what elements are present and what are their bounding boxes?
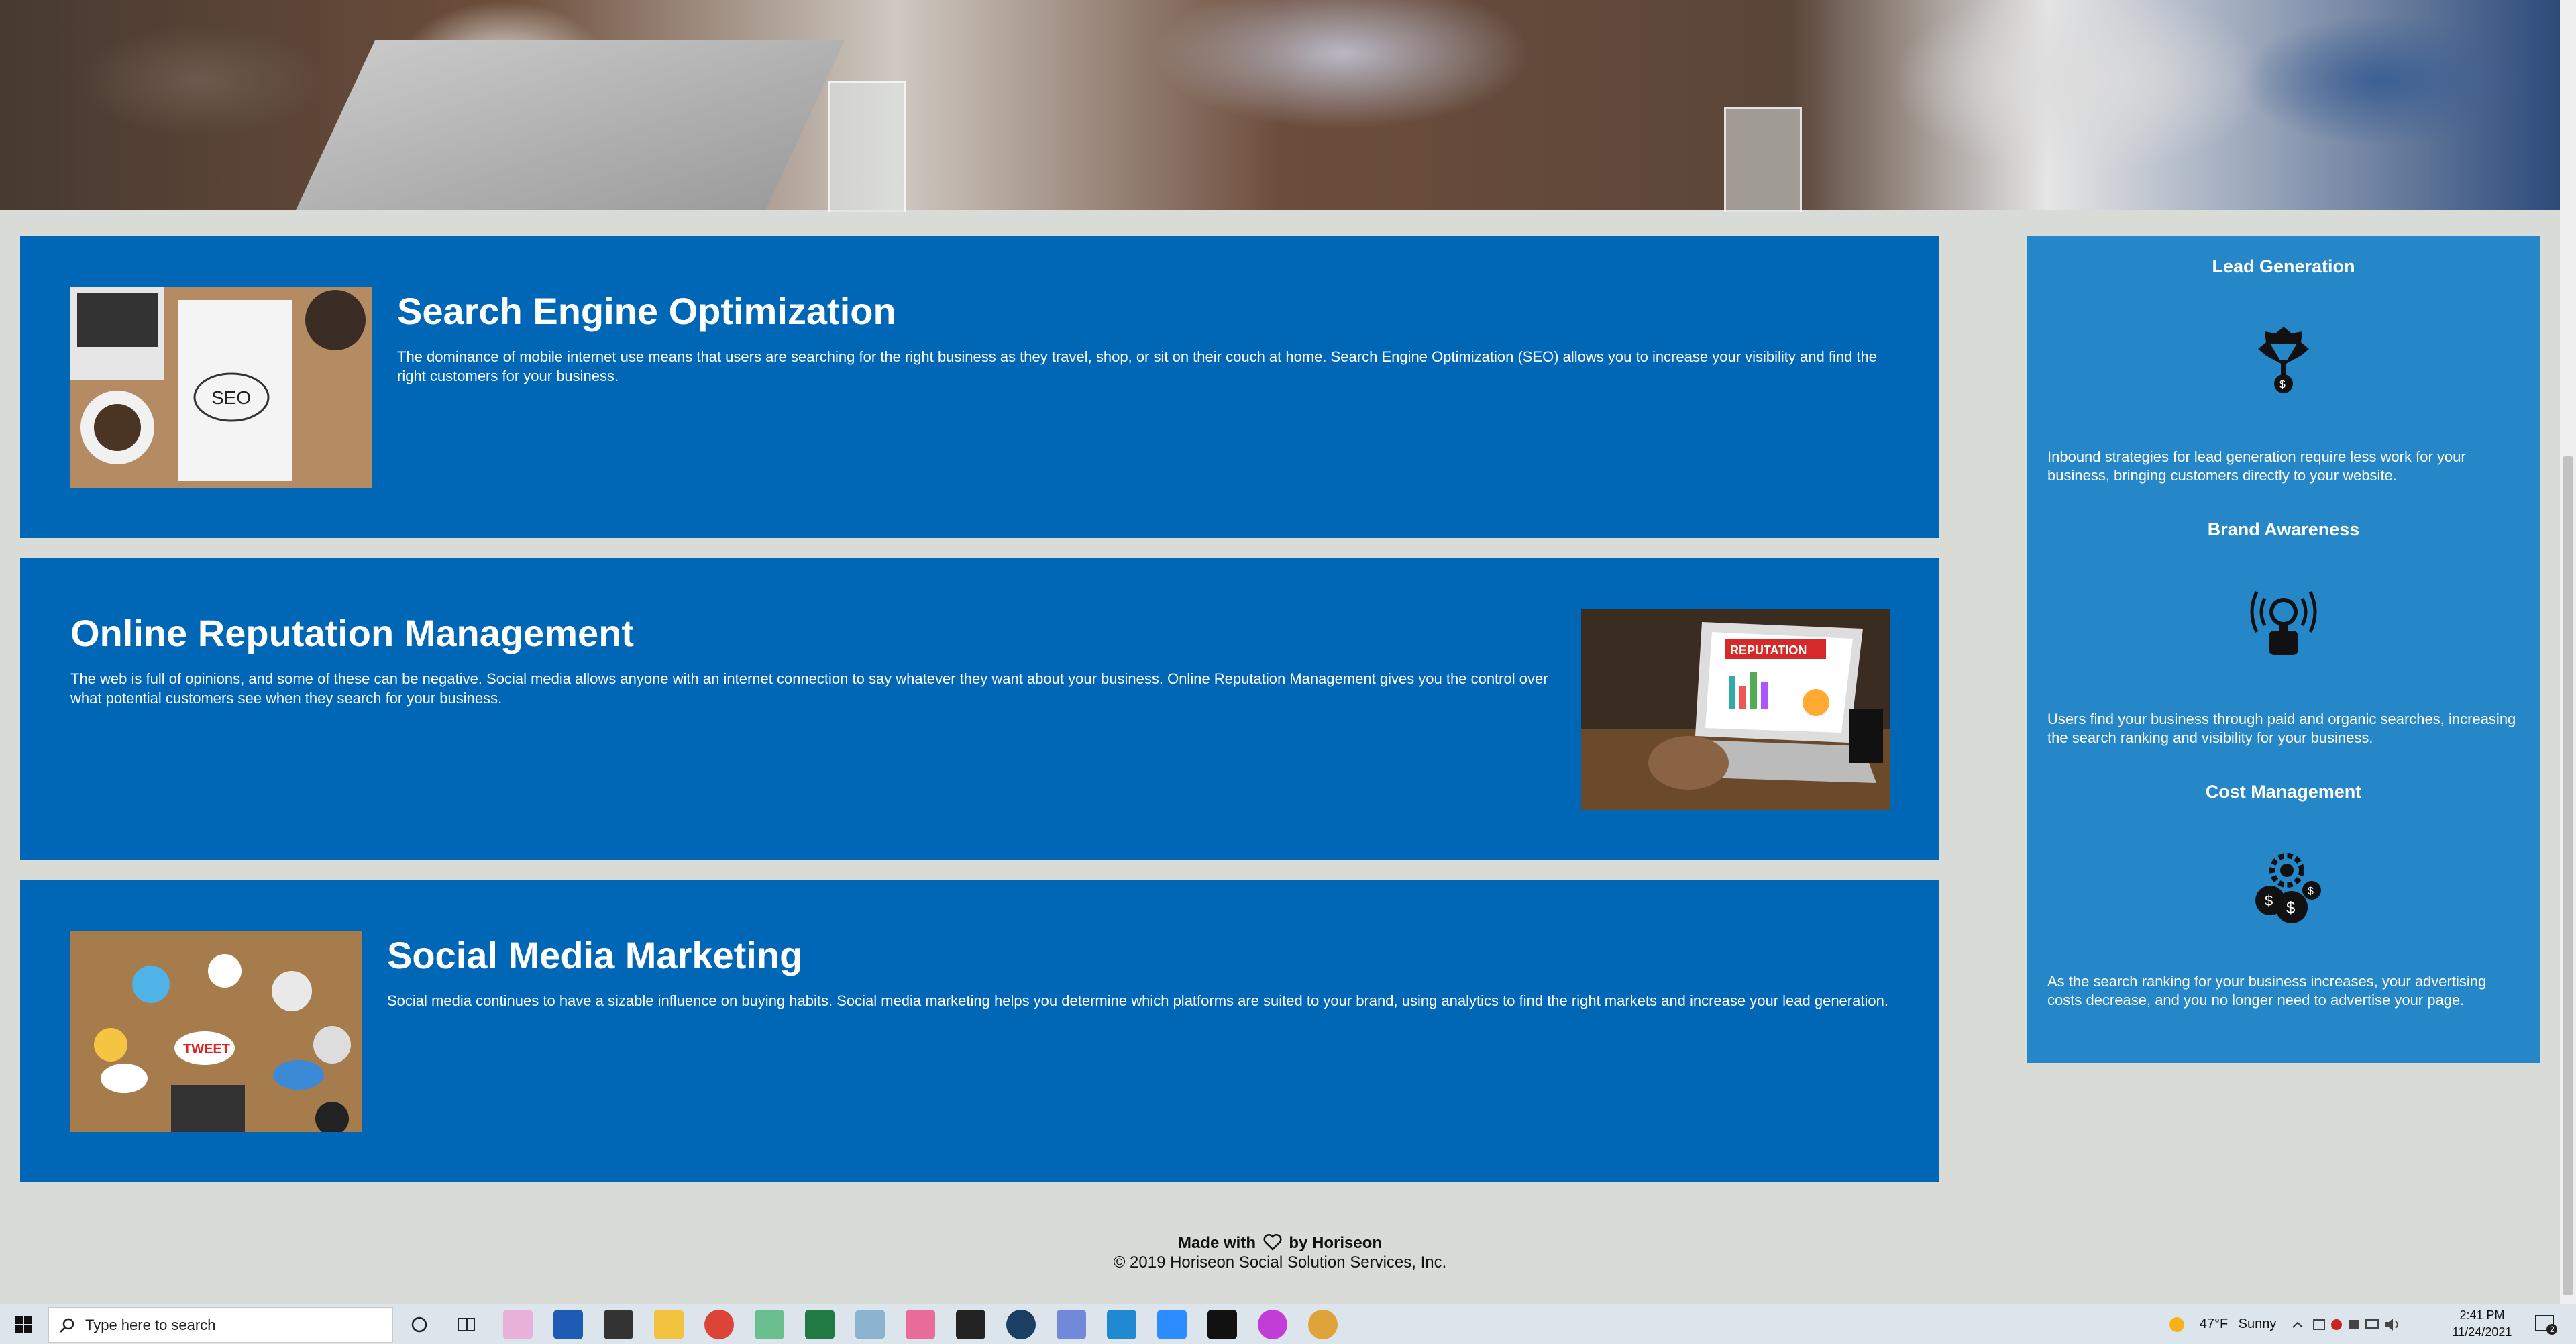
windows-taskbar: Type here to search 47°F Sunny 2:41 PM 1… xyxy=(0,1304,2576,1344)
windows-logo-icon xyxy=(15,1315,32,1333)
card-text: Social media continues to have a sizable… xyxy=(387,992,1888,1009)
svg-text:$: $ xyxy=(2286,899,2295,917)
social-image: TWEET xyxy=(70,931,362,1132)
excel-app-icon[interactable] xyxy=(805,1310,835,1339)
svg-text:$: $ xyxy=(2308,886,2314,897)
hero-image xyxy=(0,0,2560,212)
clock-date: 11/24/2021 xyxy=(2452,1325,2512,1339)
benefit-text: As the search ranking for your business … xyxy=(2047,973,2487,1009)
itunes-app-icon[interactable] xyxy=(906,1310,935,1339)
hero-glass xyxy=(828,81,906,212)
footer-made-with-suffix: by Horiseon xyxy=(1289,1234,1383,1252)
benefits-sidebar: Lead Generation $ Inbound strategies for… xyxy=(2027,236,2540,1063)
system-tray-icons xyxy=(2313,1318,2398,1331)
taskbar-search-input[interactable]: Type here to search xyxy=(48,1307,393,1343)
epic-games-app-icon[interactable] xyxy=(956,1310,985,1339)
benefit-text: Inbound strategies for lead generation r… xyxy=(2047,448,2466,484)
footer-copyright: © 2019 Horiseon Social Solution Services… xyxy=(1113,1253,1447,1272)
card-text: The web is full of opinions, and some of… xyxy=(70,670,1548,707)
start-button[interactable] xyxy=(0,1304,47,1344)
hero-laptop xyxy=(296,40,845,210)
seo-image: SEO xyxy=(70,287,372,488)
card-reputation: Online Reputation Management The web is … xyxy=(20,558,1939,860)
weather-sun-icon[interactable] xyxy=(2163,1304,2190,1344)
svg-text:SEO: SEO xyxy=(211,387,251,408)
card-seo: SEO Search Engine Optimization The domin… xyxy=(20,236,1939,538)
footer-made-with: Made with by Horiseon xyxy=(0,1233,2560,1255)
vscode-app-icon[interactable] xyxy=(1107,1310,1136,1339)
svg-text:$: $ xyxy=(2265,892,2273,909)
reputation-illustration: REPUTATION xyxy=(1581,609,1890,810)
weather-condition[interactable]: Sunny xyxy=(2234,1304,2281,1344)
notifications-icon[interactable]: 2 xyxy=(2529,1304,2563,1344)
terminal-app-icon[interactable] xyxy=(1208,1310,1237,1339)
zoom-app-icon[interactable] xyxy=(1157,1310,1187,1339)
heart-icon xyxy=(1263,1233,1282,1255)
media-app-icon[interactable] xyxy=(1258,1310,1287,1339)
snip-app-icon[interactable] xyxy=(503,1310,533,1339)
card-title: Search Engine Optimization xyxy=(397,290,896,332)
social-illustration: TWEET xyxy=(70,931,362,1132)
tray-icons[interactable] xyxy=(2311,1304,2412,1344)
chrome-canary-app-icon[interactable] xyxy=(1308,1310,1338,1339)
search-icon xyxy=(60,1318,74,1333)
notification-count: 2 xyxy=(2550,1325,2555,1334)
hero-glass xyxy=(1724,107,1802,212)
word-app-icon[interactable] xyxy=(553,1310,583,1339)
cortana-icon[interactable] xyxy=(402,1304,436,1344)
chevron-up-icon[interactable] xyxy=(2288,1304,2308,1344)
task-view-icon[interactable] xyxy=(449,1304,483,1344)
brand-awareness-icon xyxy=(2250,585,2317,659)
card-title: Online Reputation Management xyxy=(70,612,635,654)
seo-illustration: SEO xyxy=(70,287,372,488)
scrollbar-thumb[interactable] xyxy=(2563,456,2573,1295)
benefit-title: Cost Management xyxy=(2205,782,2362,802)
reputation-image: REPUTATION xyxy=(1581,609,1890,810)
photos-app-icon[interactable] xyxy=(855,1310,885,1339)
file-explorer-icon[interactable] xyxy=(654,1310,684,1339)
taskbar-clock[interactable]: 2:41 PM 11/24/2021 xyxy=(2442,1307,2522,1341)
slack-app-icon[interactable] xyxy=(755,1310,784,1339)
card-social: TWEET Social Media Marketing Social medi… xyxy=(20,880,1939,1182)
clock-time: 2:41 PM xyxy=(2459,1308,2505,1322)
discord-app-icon[interactable] xyxy=(1057,1310,1086,1339)
search-placeholder: Type here to search xyxy=(85,1316,216,1333)
benefit-text: Users find your business through paid an… xyxy=(2047,711,2516,746)
svg-text:$: $ xyxy=(2279,379,2286,391)
chrome-app-icon[interactable] xyxy=(704,1310,734,1339)
svg-text:TWEET: TWEET xyxy=(183,1042,230,1057)
footer-made-with-prefix: Made with xyxy=(1177,1234,1256,1252)
weather-temperature[interactable]: 47°F xyxy=(2194,1304,2234,1344)
card-text: The dominance of mobile internet use mea… xyxy=(397,348,1878,384)
page-scrollbar[interactable] xyxy=(2560,0,2576,1304)
lead-generation-icon: $ xyxy=(2250,323,2317,397)
card-title: Social Media Marketing xyxy=(387,934,803,976)
steam-app-icon[interactable] xyxy=(1006,1310,1036,1339)
speedtest-app-icon[interactable] xyxy=(604,1310,633,1339)
benefit-title: Lead Generation xyxy=(2212,256,2355,276)
benefit-title: Brand Awareness xyxy=(2207,519,2360,539)
cost-management-icon: $ $ $ xyxy=(2250,850,2321,924)
svg-text:REPUTATION: REPUTATION xyxy=(1730,643,1807,657)
